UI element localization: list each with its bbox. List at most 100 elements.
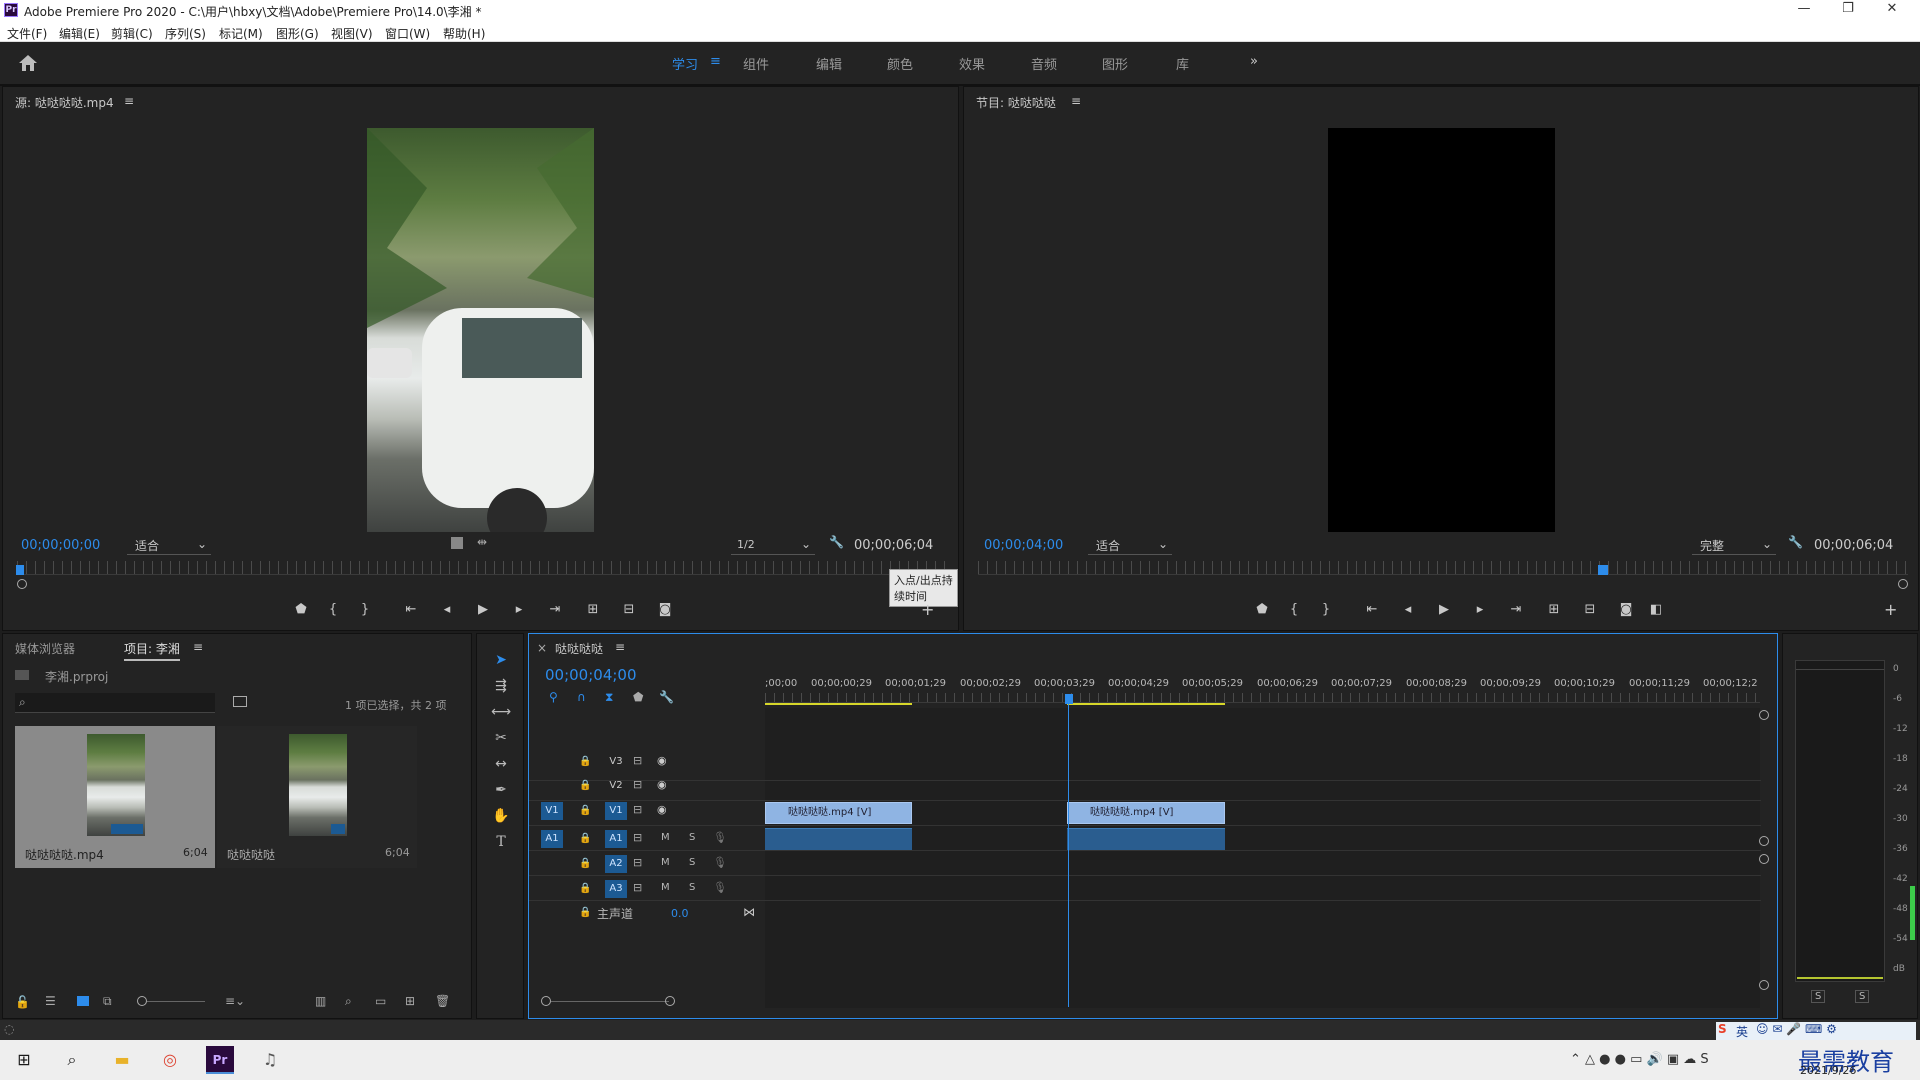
settings-wrench-icon[interactable]: 🔧 (829, 535, 844, 549)
video-clip[interactable]: 哒哒哒哒.mp4 [V] (765, 802, 912, 824)
menu-graphics[interactable]: 图形(G) (276, 25, 319, 42)
mute-button[interactable]: M (661, 857, 670, 868)
freeform-view-icon[interactable]: ⧉ (103, 994, 112, 1009)
source-patch-v1[interactable]: V1 (541, 802, 563, 820)
slip-icon[interactable]: ↔ (491, 756, 511, 776)
add-button-icon[interactable]: + (921, 600, 934, 619)
windows-start-icon[interactable]: ⊞ (10, 1046, 38, 1074)
lock-icon[interactable]: 🔓 (15, 995, 30, 1009)
add-marker-icon[interactable]: ⬟ (633, 690, 643, 704)
add-button-icon[interactable]: + (1884, 600, 1897, 619)
zoom-slider-handle[interactable] (137, 996, 147, 1006)
type-icon[interactable]: T (491, 834, 511, 854)
timeline-playhead-handle[interactable] (1065, 694, 1073, 704)
program-video-frame[interactable] (1328, 128, 1555, 532)
step-forward-icon[interactable]: ▸ (1470, 602, 1490, 617)
marker-icon[interactable]: ⬟ (291, 602, 311, 617)
overwrite-icon[interactable]: ⊟ (619, 602, 639, 617)
icon-view-icon[interactable] (77, 996, 89, 1006)
workspace-tab-graphics[interactable]: 图形 (1102, 54, 1128, 73)
project-item-selected[interactable]: 哒哒哒哒.mp4 6;04 (15, 726, 215, 868)
premiere-taskbar-icon[interactable]: Pr (206, 1046, 234, 1074)
app-taskbar-icon[interactable]: ♫ (256, 1046, 284, 1074)
sequence-tab[interactable]: 哒哒哒哒 (555, 640, 603, 657)
lift-icon[interactable]: ⊞ (1544, 602, 1564, 617)
sync-lock-icon[interactable]: ⊟ (633, 778, 642, 791)
go-to-edit-point-icon[interactable]: ⋈ (743, 905, 755, 919)
menu-edit[interactable]: 编辑(E) (59, 25, 100, 42)
menu-help[interactable]: 帮助(H) (443, 25, 485, 42)
new-bin-from-search-icon[interactable] (233, 696, 247, 707)
track-area[interactable] (765, 708, 1760, 1008)
safe-margins-icon[interactable] (451, 537, 463, 549)
mute-button[interactable]: M (661, 882, 670, 893)
sort-icon[interactable]: ≡⌄ (225, 994, 245, 1008)
program-monitor-title[interactable]: 节目: 哒哒哒哒 (976, 94, 1056, 111)
solo-right-button[interactable]: S (1855, 990, 1870, 1003)
voiceover-icon[interactable]: 🎙 (713, 856, 727, 869)
track-a2[interactable]: A2 (605, 855, 627, 873)
voiceover-icon[interactable]: 🎙 (713, 881, 727, 894)
eye-icon[interactable]: ◉ (657, 803, 667, 816)
lock-track-icon[interactable]: 🔒 (579, 907, 591, 918)
source-patch-a1[interactable]: A1 (541, 830, 563, 848)
source-video-frame[interactable] (367, 128, 594, 548)
close-button[interactable]: ✕ (1870, 1, 1914, 21)
timeline-playhead-line[interactable] (1068, 704, 1069, 1007)
workspace-tab-libraries[interactable]: 库 (1176, 54, 1189, 73)
play-icon[interactable]: ▶ (473, 602, 493, 617)
ime-language[interactable]: 英 (1736, 1023, 1748, 1040)
zoom-handle-left[interactable] (17, 579, 27, 589)
marker-icon[interactable]: ⬟ (1252, 602, 1272, 617)
workspace-tab-effects[interactable]: 效果 (959, 54, 985, 73)
menu-view[interactable]: 视图(V) (331, 25, 373, 42)
track-v2[interactable]: V2 (605, 777, 627, 795)
solo-button[interactable]: S (689, 882, 695, 893)
lock-track-icon[interactable]: 🔒 (579, 858, 591, 869)
export-frame-icon[interactable]: ◙ (655, 602, 675, 617)
sync-lock-icon[interactable]: ⊟ (633, 803, 642, 816)
track-v3[interactable]: V3 (605, 753, 627, 771)
workspace-menu-icon[interactable]: ≡ (710, 54, 721, 69)
menu-file[interactable]: 文件(F) (7, 25, 47, 42)
menu-clip[interactable]: 剪辑(C) (111, 25, 153, 42)
v-scroll-handle[interactable] (1759, 980, 1769, 990)
lock-track-icon[interactable]: 🔒 (579, 756, 591, 767)
track-select-icon[interactable]: ⇶ (491, 678, 511, 698)
zoom-slider-track[interactable] (147, 1001, 205, 1002)
workspace-overflow-icon[interactable]: » (1250, 54, 1258, 69)
panel-menu-icon[interactable]: ≡ (615, 640, 625, 654)
program-quality-dropdown[interactable]: 完整 ⌄ (1692, 537, 1776, 555)
mark-in-icon[interactable]: { (323, 602, 343, 617)
source-fit-dropdown[interactable]: 适合 ⌄ (127, 537, 211, 555)
step-back-icon[interactable]: ◂ (1398, 602, 1418, 617)
workspace-tab-audio[interactable]: 音频 (1031, 54, 1057, 73)
h-scroll-handle-right[interactable] (665, 996, 675, 1006)
audio-clip[interactable] (765, 828, 912, 850)
panel-menu-icon[interactable]: ≡ (193, 640, 203, 654)
trash-icon[interactable]: 🗑 (435, 994, 450, 1008)
voiceover-icon[interactable]: 🎙 (713, 831, 727, 844)
timeline-ruler[interactable]: ;00;00 00;00;00;29 00;00;01;29 00;00;02;… (765, 678, 1760, 692)
search-icon[interactable]: ⌕ (58, 1046, 86, 1074)
play-icon[interactable]: ▶ (1434, 602, 1454, 617)
comparison-view-icon[interactable]: ◧ (1646, 602, 1666, 617)
go-to-out-icon[interactable]: ⇥ (1506, 602, 1526, 617)
go-to-out-icon[interactable]: ⇥ (545, 602, 565, 617)
workspace-tab-editing[interactable]: 编辑 (816, 54, 842, 73)
source-monitor-title[interactable]: 源: 哒哒哒哒.mp4 (15, 94, 114, 111)
tray-icons[interactable]: ⌃ △ ● ● ▭ 🔊 ▣ ☁ S (1570, 1052, 1709, 1067)
new-bin-icon[interactable]: ▭ (375, 994, 386, 1008)
v-scroll-handle[interactable] (1759, 854, 1769, 864)
settings-wrench-icon[interactable]: 🔧 (1788, 535, 1803, 549)
hand-icon[interactable]: ✋ (491, 808, 511, 828)
timeline-timecode[interactable]: 00;00;04;00 (545, 666, 637, 684)
sogou-icon[interactable]: S (1718, 1022, 1727, 1036)
sync-lock-icon[interactable]: ⊟ (633, 754, 642, 767)
program-time-ruler[interactable] (978, 561, 1908, 575)
extract-icon[interactable]: ⊟ (1580, 602, 1600, 617)
sync-lock-icon[interactable]: ⊟ (633, 881, 642, 894)
panel-menu-icon[interactable]: ≡ (124, 94, 134, 108)
mark-in-icon[interactable]: { (1284, 602, 1304, 617)
nest-icon[interactable]: ⚲ (549, 690, 558, 704)
